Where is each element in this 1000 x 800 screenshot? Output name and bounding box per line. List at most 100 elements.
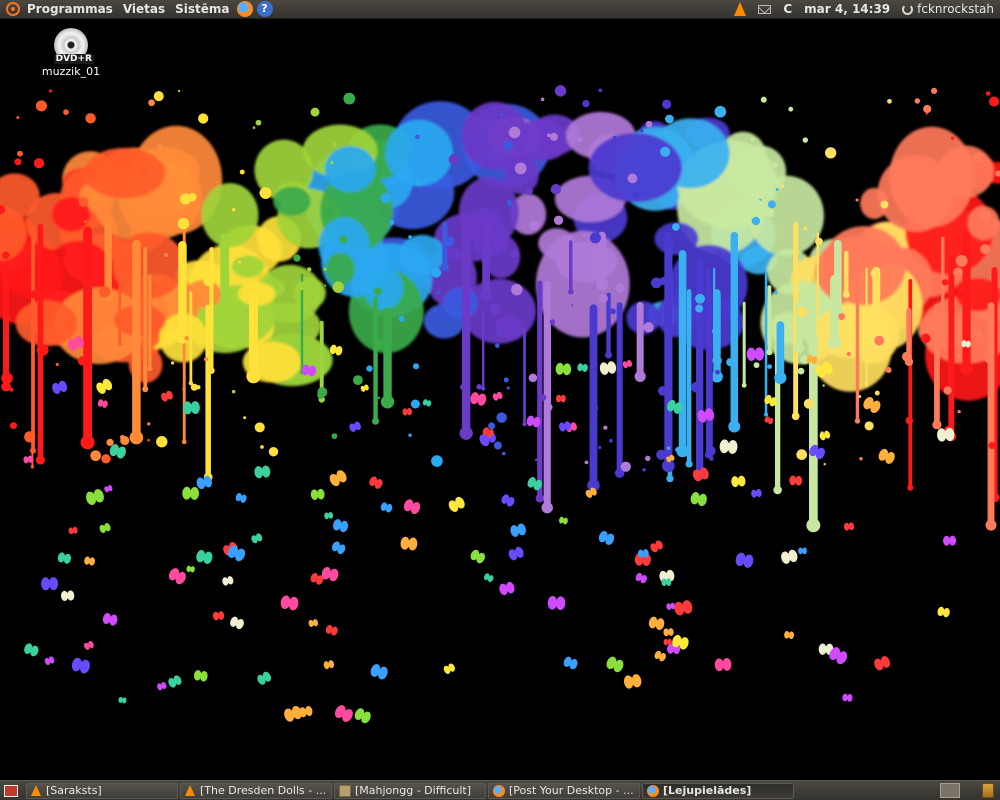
dvd-disc-icon[interactable]: DVD+R [53, 28, 94, 64]
menu-sistema[interactable]: Sistēma [170, 0, 234, 19]
butterfly-icon [470, 392, 487, 406]
butterfly-icon [24, 643, 39, 657]
butterfly-icon [483, 573, 494, 583]
butterfly-icon [235, 493, 247, 503]
butterfly-icon [764, 416, 774, 425]
paint-splatter-wallpaper [0, 85, 1000, 724]
butterfly-icon [84, 556, 95, 566]
butterfly-icon [784, 630, 795, 640]
butterfly-icon [257, 671, 272, 685]
butterfly-icon [719, 439, 738, 454]
butterfly-icon [44, 656, 55, 665]
butterfly-icon [402, 408, 412, 416]
help-icon[interactable]: ? [256, 1, 273, 17]
butterfly-icon [746, 347, 765, 362]
task-dresden-dolls[interactable]: [The Dresden Dolls - ... [180, 782, 332, 799]
vlc-tray-icon[interactable] [734, 2, 747, 16]
butterfly-icon [735, 552, 754, 568]
butterfly-icon [781, 549, 798, 564]
butterfly-icon [874, 656, 891, 671]
task-label: [Post Your Desktop - ... [509, 784, 634, 797]
task-saraksts[interactable]: [Saraksts] [26, 782, 178, 799]
user-name[interactable]: fcknrockstah [917, 2, 1000, 16]
butterfly-icon [310, 488, 325, 501]
butterfly-icon [370, 664, 388, 680]
butterfly-icon [369, 476, 383, 489]
task-post-your-desktop[interactable]: [Post Your Desktop - ... [488, 782, 640, 799]
butterfly-icon [96, 378, 113, 394]
butterfly-icon [789, 475, 803, 486]
trash-icon[interactable] [982, 783, 994, 798]
butterfly-icon [751, 489, 762, 498]
butterfly-icon [97, 399, 108, 408]
show-desktop-icon[interactable] [4, 784, 18, 797]
butterfly-icon [878, 448, 895, 464]
desktop-icon-label[interactable]: muzzik_01 [36, 65, 106, 78]
firefox-launcher-icon[interactable] [236, 1, 253, 17]
butterfly-icon [663, 628, 674, 637]
task-label: [Saraksts] [46, 784, 102, 797]
top-panel-left: Programmas Vietas Sistēma ? [0, 0, 275, 18]
butterfly-icon [556, 394, 566, 403]
butterfly-icon [648, 616, 665, 630]
butterfly-icon [731, 475, 746, 488]
firefox-icon [493, 784, 505, 797]
butterfly-icon [843, 522, 855, 531]
butterfly-icon [674, 600, 693, 616]
butterfly-icon [555, 362, 572, 376]
butterfly-icon [937, 606, 950, 618]
power-icon[interactable] [902, 3, 914, 15]
butterfly-icon [251, 533, 263, 544]
butterfly-icon [622, 359, 633, 369]
butterfly-icon [254, 465, 271, 479]
butterfly-icon [52, 380, 68, 395]
butterfly-icon [563, 656, 578, 670]
butterfly-icon [470, 549, 486, 564]
ubuntu-logo-icon[interactable] [6, 2, 20, 16]
butterfly-icon [690, 492, 707, 507]
menu-programmas[interactable]: Programmas [22, 0, 118, 19]
menu-vietas[interactable]: Vietas [118, 0, 170, 19]
butterfly-icon [222, 576, 234, 586]
butterfly-icon [99, 523, 111, 534]
butterfly-icon [663, 638, 672, 646]
butterflies [23, 335, 971, 724]
butterfly-icon [308, 619, 318, 628]
butterfly-icon [443, 663, 455, 674]
butterfly-icon [193, 670, 208, 682]
bottom-panel: [Saraksts] [The Dresden Dolls - ... [Mah… [0, 780, 1000, 800]
butterfly-icon [161, 390, 173, 402]
task-label: [The Dresden Dolls - ... [200, 784, 327, 797]
workspace-switcher[interactable] [940, 783, 960, 798]
task-lejupielades[interactable]: [Lejupielādes] [642, 782, 794, 799]
butterfly-icon [321, 566, 339, 582]
butterfly-icon [842, 693, 853, 702]
butterfly-icon [863, 396, 881, 414]
clock[interactable]: mar 4, 14:39 [798, 2, 896, 16]
butterfly-icon [85, 489, 104, 506]
task-mahjongg[interactable]: [Mahjongg - Difficult] [334, 782, 486, 799]
mahjongg-icon [339, 784, 351, 797]
butterfly-icon [157, 682, 167, 691]
weather-temperature[interactable]: C [777, 2, 798, 16]
desktop-icon-muzzik[interactable]: DVD+R muzzik_01 [36, 28, 106, 78]
butterfly-icon [71, 657, 90, 674]
butterfly-icon [212, 611, 225, 621]
butterfly-icon [196, 550, 213, 564]
desktop[interactable]: DVD+R muzzik_01 [0, 20, 1000, 780]
top-panel-right: C mar 4, 14:39 fcknrockstah [728, 0, 1000, 18]
top-panel: Programmas Vietas Sistēma ? C mar 4, 14:… [0, 0, 1000, 19]
butterfly-icon [102, 613, 118, 626]
butterfly-icon [448, 496, 465, 512]
mail-icon[interactable] [758, 4, 772, 14]
butterfly-icon [68, 526, 78, 535]
butterfly-icon [403, 499, 421, 515]
firefox-icon [647, 784, 659, 797]
butterfly-icon [104, 485, 113, 493]
butterfly-icon [577, 363, 588, 372]
butterfly-icon [510, 523, 526, 537]
butterfly-icon [168, 568, 186, 585]
task-label: [Mahjongg - Difficult] [355, 784, 472, 797]
butterfly-icon [422, 399, 432, 407]
butterfly-icon [508, 546, 524, 561]
